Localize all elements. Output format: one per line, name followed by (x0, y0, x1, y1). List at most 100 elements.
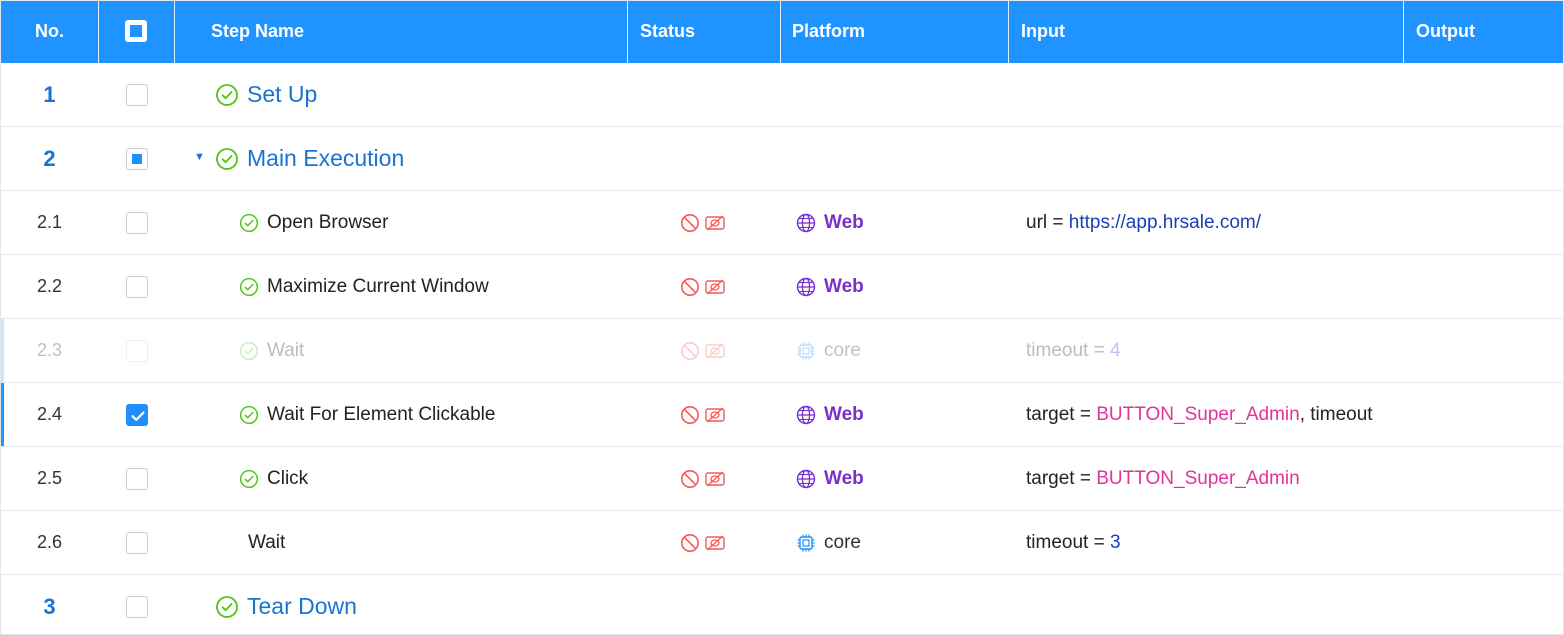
column-header-input[interactable]: Input (1009, 1, 1404, 63)
step-row[interactable]: 2.1 Open Browser Web url = https://app.hr… (1, 191, 1563, 255)
input-cell[interactable]: timeout = 4 (1009, 319, 1404, 382)
step-name: Set Up (247, 81, 318, 107)
row-checkbox[interactable] (125, 211, 148, 234)
input-value: 3 (1109, 531, 1121, 553)
step-name-cell[interactable]: Click (175, 447, 625, 510)
column-header-step-name[interactable]: Step Name (175, 1, 628, 63)
input-value: BUTTON_Super_Admin (1096, 467, 1300, 489)
step-name: Main Execution (247, 145, 405, 171)
platform-label: core (824, 531, 861, 553)
step-name: Wait (248, 531, 286, 553)
row-checkbox-cell (98, 191, 175, 254)
row-checkbox-cell (98, 383, 175, 446)
column-header-no[interactable]: No. (1, 1, 99, 63)
disabled-ban-icon[interactable] (680, 277, 700, 297)
row-checkbox-cell (98, 127, 175, 190)
status-cell (628, 383, 781, 446)
table-header: No. Step Name Status Platform Input Outp… (1, 1, 1563, 63)
status-cell (628, 511, 781, 574)
step-name: Click (267, 467, 309, 489)
status-cell (628, 447, 781, 510)
globe-icon (796, 469, 816, 489)
column-header-output[interactable]: Output (1404, 1, 1563, 63)
input-cell[interactable]: url = https://app.hrsale.com/ (1009, 191, 1404, 254)
input-cell[interactable]: target = BUTTON_Super_Admin (1009, 447, 1404, 510)
step-row[interactable]: 2.5 Click Web target = BUTTON_Super_Admin (1, 447, 1563, 511)
step-number: 2.2 (36, 276, 63, 296)
step-name: Open Browser (267, 211, 389, 233)
disabled-ban-icon[interactable] (680, 405, 700, 425)
row-checkbox[interactable] (125, 339, 148, 362)
input-value: https://app.hrsale.com/ (1068, 211, 1261, 233)
row-checkbox[interactable] (125, 83, 148, 106)
step-name-cell[interactable]: Wait For Element Clickable (175, 383, 625, 446)
step-name-cell[interactable]: Maximize Current Window (175, 255, 625, 318)
row-checkbox[interactable] (125, 275, 148, 298)
step-name-cell[interactable]: ▼ Main Execution (175, 127, 625, 190)
group-row[interactable]: 1 Set Up (1, 63, 1563, 127)
screenshot-off-icon[interactable] (704, 277, 726, 297)
platform-cell: Web (781, 447, 1009, 510)
input-key: timeout (1026, 531, 1089, 553)
step-name-cell[interactable]: Wait (175, 319, 625, 382)
step-number: 2.6 (36, 532, 63, 552)
input-extra: , timeout (1299, 403, 1373, 425)
input-cell[interactable]: target = BUTTON_Super_Admin, timeout (1009, 383, 1404, 446)
input-key: timeout (1026, 339, 1089, 361)
row-checkbox[interactable] (125, 467, 148, 490)
step-row[interactable]: 2.6 Wait core timeout = 3 (1, 511, 1563, 575)
row-checkbox-cell (98, 255, 175, 318)
column-header-platform[interactable]: Platform (781, 1, 1009, 63)
step-number: 2 (43, 145, 56, 171)
platform-label: Web (824, 211, 864, 233)
status-cell (628, 319, 781, 382)
disabled-ban-icon[interactable] (680, 341, 700, 361)
row-checkbox[interactable] (125, 595, 148, 618)
screenshot-off-icon[interactable] (704, 533, 726, 553)
platform-cell: Web (781, 255, 1009, 318)
expand-caret-icon[interactable]: ▼ (194, 151, 205, 163)
step-name-cell[interactable]: Open Browser (175, 191, 625, 254)
row-checkbox[interactable] (125, 403, 148, 426)
check-circle-icon (215, 83, 239, 107)
status-cell (628, 255, 781, 318)
platform-cell: Web (781, 191, 1009, 254)
row-checkbox[interactable] (125, 147, 148, 170)
input-cell[interactable]: timeout = 3 (1009, 511, 1404, 574)
step-name-cell[interactable]: Wait (175, 511, 625, 574)
step-name-cell[interactable]: Tear Down (175, 575, 625, 634)
group-row[interactable]: 3 Tear Down (1, 575, 1563, 634)
check-circle-icon (215, 147, 239, 171)
select-all-checkbox[interactable] (125, 20, 147, 42)
platform-label: Web (824, 467, 864, 489)
screenshot-off-icon[interactable] (704, 469, 726, 489)
row-checkbox[interactable] (125, 531, 148, 554)
step-name-cell[interactable]: Set Up (175, 63, 625, 126)
disabled-ban-icon[interactable] (680, 469, 700, 489)
row-checkbox-cell (98, 575, 175, 634)
input-key: target (1026, 403, 1075, 425)
step-number: 2.5 (36, 468, 63, 488)
check-circle-icon (239, 405, 259, 425)
step-row[interactable]: 2.2 Maximize Current Window Web (1, 255, 1563, 319)
status-cell (628, 191, 781, 254)
chip-icon (796, 533, 816, 553)
column-header-status[interactable]: Status (628, 1, 781, 63)
screenshot-off-icon[interactable] (704, 405, 726, 425)
group-row[interactable]: 2 ▼ Main Execution (1, 127, 1563, 191)
platform-label: Web (824, 403, 864, 425)
step-number: 1 (43, 81, 56, 107)
step-name: Wait For Element Clickable (267, 403, 496, 425)
step-number: 2.3 (36, 340, 63, 360)
disabled-ban-icon[interactable] (680, 213, 700, 233)
check-circle-icon (239, 341, 259, 361)
platform-cell: Web (781, 383, 1009, 446)
screenshot-off-icon[interactable] (704, 341, 726, 361)
platform-cell: core (781, 511, 1009, 574)
row-checkbox-cell (98, 511, 175, 574)
column-header-select[interactable] (99, 1, 175, 63)
step-row[interactable]: 2.3 Wait core timeout = 4 (1, 319, 1563, 383)
disabled-ban-icon[interactable] (680, 533, 700, 553)
screenshot-off-icon[interactable] (704, 213, 726, 233)
step-row[interactable]: 2.4 Wait For Element Clickable Web target… (1, 383, 1563, 447)
